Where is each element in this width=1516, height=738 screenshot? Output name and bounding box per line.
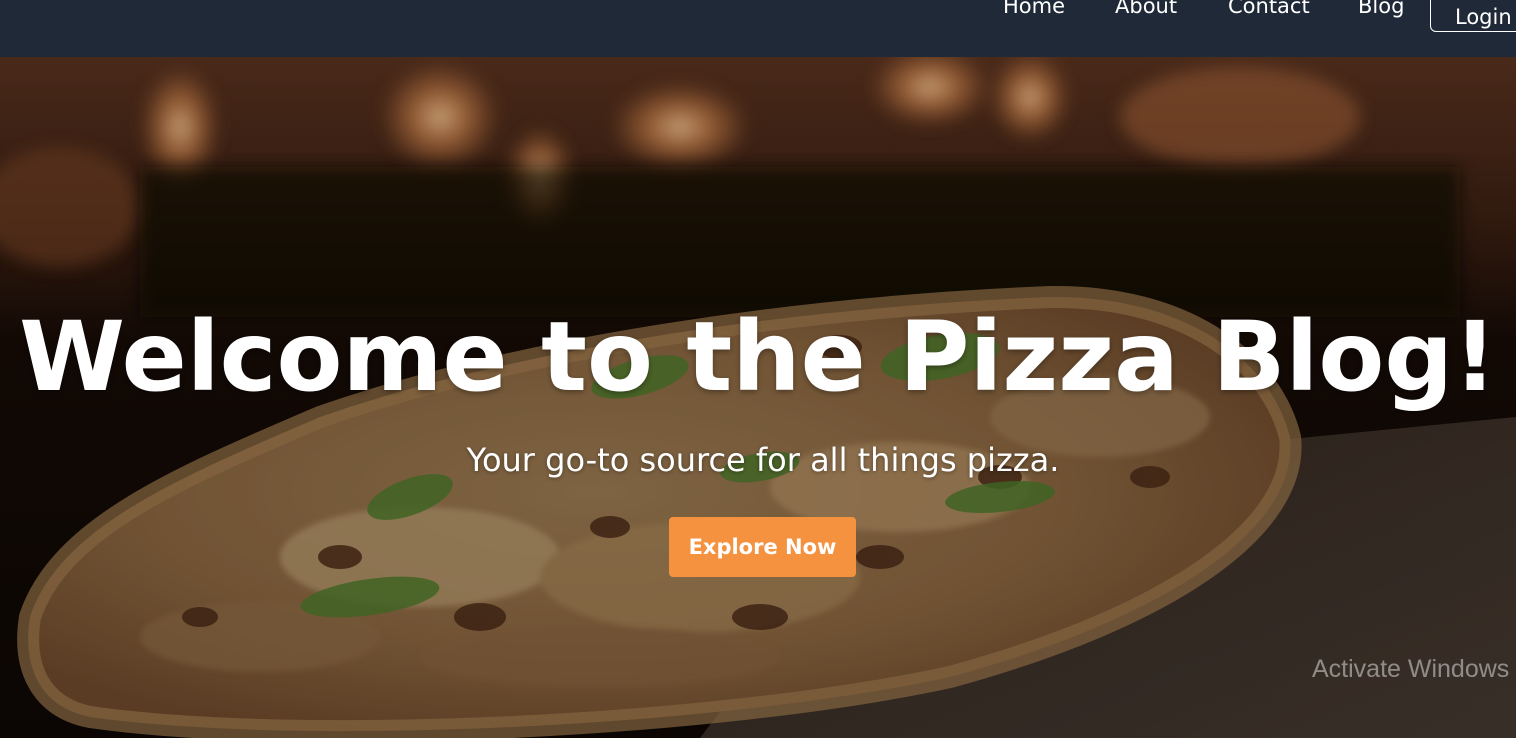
nav-link-home[interactable]: Home: [1003, 0, 1065, 18]
hero-title: Welcome to the Pizza Blog!: [19, 301, 1497, 413]
nav-link-about[interactable]: About: [1115, 0, 1177, 18]
nav-link-blog[interactable]: Blog: [1358, 0, 1404, 18]
activate-windows-watermark: Activate Windows: [1312, 655, 1510, 683]
nav-link-contact[interactable]: Contact: [1228, 0, 1310, 18]
login-button[interactable]: Login: [1430, 0, 1516, 32]
explore-now-button[interactable]: Explore Now: [669, 517, 856, 577]
navbar: Home About Contact Blog Login: [0, 0, 1516, 57]
hero-subtitle: Your go-to source for all things pizza.: [466, 441, 1060, 479]
